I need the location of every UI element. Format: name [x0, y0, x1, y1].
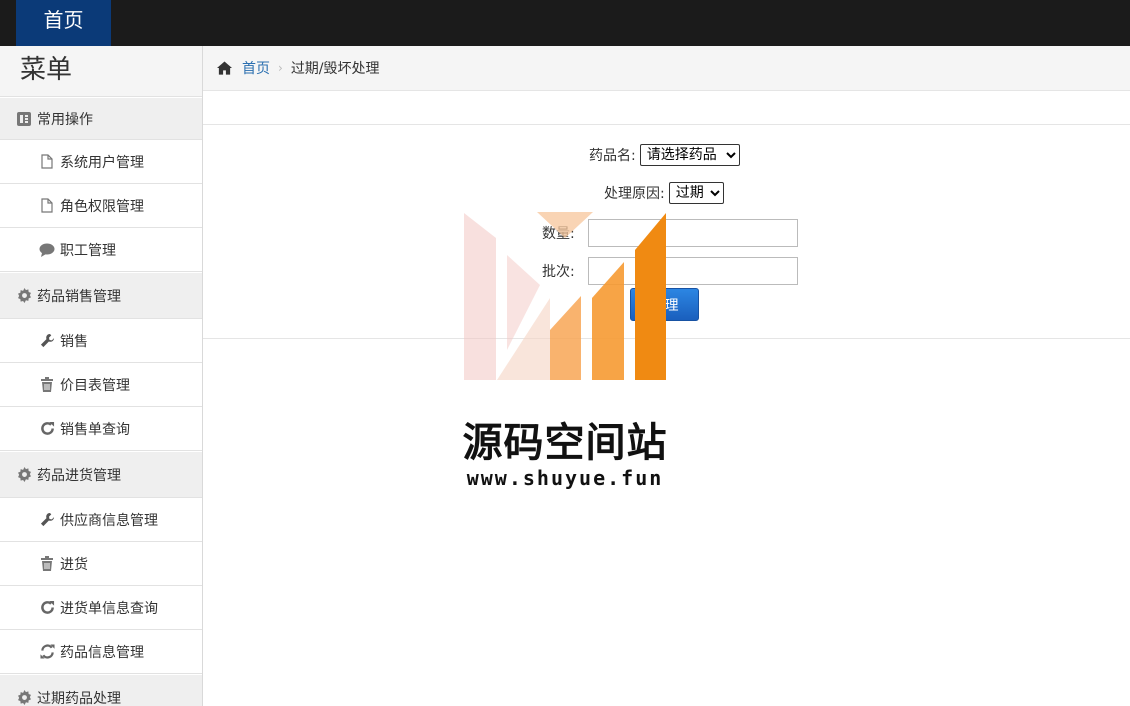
sidebar-group-label: 药品进货管理 — [37, 467, 121, 484]
sidebar-item-drug-info[interactable]: 药品信息管理 — [0, 630, 202, 674]
refresh-icon — [39, 421, 55, 437]
sidebar-item-label: 供应商信息管理 — [60, 512, 158, 529]
sidebar-item-label: 销售单查询 — [60, 421, 130, 438]
comment-icon — [39, 242, 55, 258]
sidebar-item-supplier-info[interactable]: 供应商信息管理 — [0, 498, 202, 542]
top-navbar: 首页 — [0, 0, 1130, 46]
watermark-title: 源码空间站 — [462, 420, 668, 466]
sidebar-item-sales[interactable]: 销售 — [0, 319, 202, 363]
sidebar-group-label: 药品销售管理 — [37, 288, 121, 305]
breadcrumb-separator: › — [278, 61, 283, 75]
sidebar-item-sales-order-query[interactable]: 销售单查询 — [0, 407, 202, 451]
trash-icon — [39, 556, 55, 572]
sidebar-item-label: 销售 — [60, 333, 88, 350]
sidebar-item-label: 进货单信息查询 — [60, 600, 158, 617]
watermark-url: www.shuyue.fun — [466, 466, 664, 490]
gear-icon — [16, 690, 32, 706]
sidebar-group-common[interactable]: 常用操作 — [0, 97, 202, 140]
gear-icon — [16, 467, 32, 483]
wrench-icon — [39, 333, 55, 349]
sidebar-item-purchase[interactable]: 进货 — [0, 542, 202, 586]
sidebar-item-staff[interactable]: 职工管理 — [0, 228, 202, 272]
sidebar-item-label: 角色权限管理 — [60, 198, 144, 215]
reason-row: 处理原因: 过期 — [604, 182, 724, 204]
sidebar-title: 菜单 — [0, 46, 202, 97]
sidebar: 菜单 常用操作 系统用户管理 角色权限管理 职工管理 药品销售管理 销售 价目表… — [0, 46, 203, 706]
sidebar-item-label: 系统用户管理 — [60, 154, 144, 171]
drug-name-row: 药品名: 请选择药品 — [589, 144, 740, 166]
sidebar-item-price-list[interactable]: 价目表管理 — [0, 363, 202, 407]
breadcrumb-current: 过期/毁坏处理 — [290, 61, 380, 77]
reason-label: 处理原因: — [604, 186, 665, 202]
file-icon — [39, 198, 55, 214]
sidebar-item-label: 药品信息管理 — [60, 644, 144, 661]
sidebar-group-drug-purchase[interactable]: 药品进货管理 — [0, 451, 202, 498]
reason-select[interactable]: 过期 — [668, 182, 724, 204]
sidebar-group-expired-drugs[interactable]: 过期药品处理 — [0, 674, 202, 706]
sidebar-item-label: 职工管理 — [60, 242, 116, 259]
drug-name-label: 药品名: — [589, 148, 636, 164]
sync-icon — [39, 644, 55, 660]
sidebar-item-role-permissions[interactable]: 角色权限管理 — [0, 184, 202, 228]
breadcrumb-home-link[interactable]: 首页 — [242, 58, 270, 78]
gear-icon — [16, 288, 32, 304]
wrench-icon — [39, 512, 55, 528]
trash-icon — [39, 377, 55, 393]
sidebar-item-label: 进货 — [60, 556, 88, 573]
sidebar-group-label: 常用操作 — [37, 111, 93, 128]
sidebar-item-purchase-order-query[interactable]: 进货单信息查询 — [0, 586, 202, 630]
list-icon — [16, 111, 32, 127]
sidebar-group-drug-sales[interactable]: 药品销售管理 — [0, 272, 202, 319]
sidebar-item-system-users[interactable]: 系统用户管理 — [0, 140, 202, 184]
drug-name-select[interactable]: 请选择药品 — [639, 144, 740, 166]
refresh-icon — [39, 600, 55, 616]
sidebar-item-label: 价目表管理 — [60, 377, 130, 394]
top-home-tab[interactable]: 首页 — [16, 0, 111, 46]
breadcrumb: 首页 › 过期/毁坏处理 — [203, 46, 1130, 91]
file-icon — [39, 154, 55, 170]
divider — [203, 124, 1130, 125]
home-icon — [216, 60, 232, 76]
sidebar-group-label: 过期药品处理 — [37, 690, 121, 706]
